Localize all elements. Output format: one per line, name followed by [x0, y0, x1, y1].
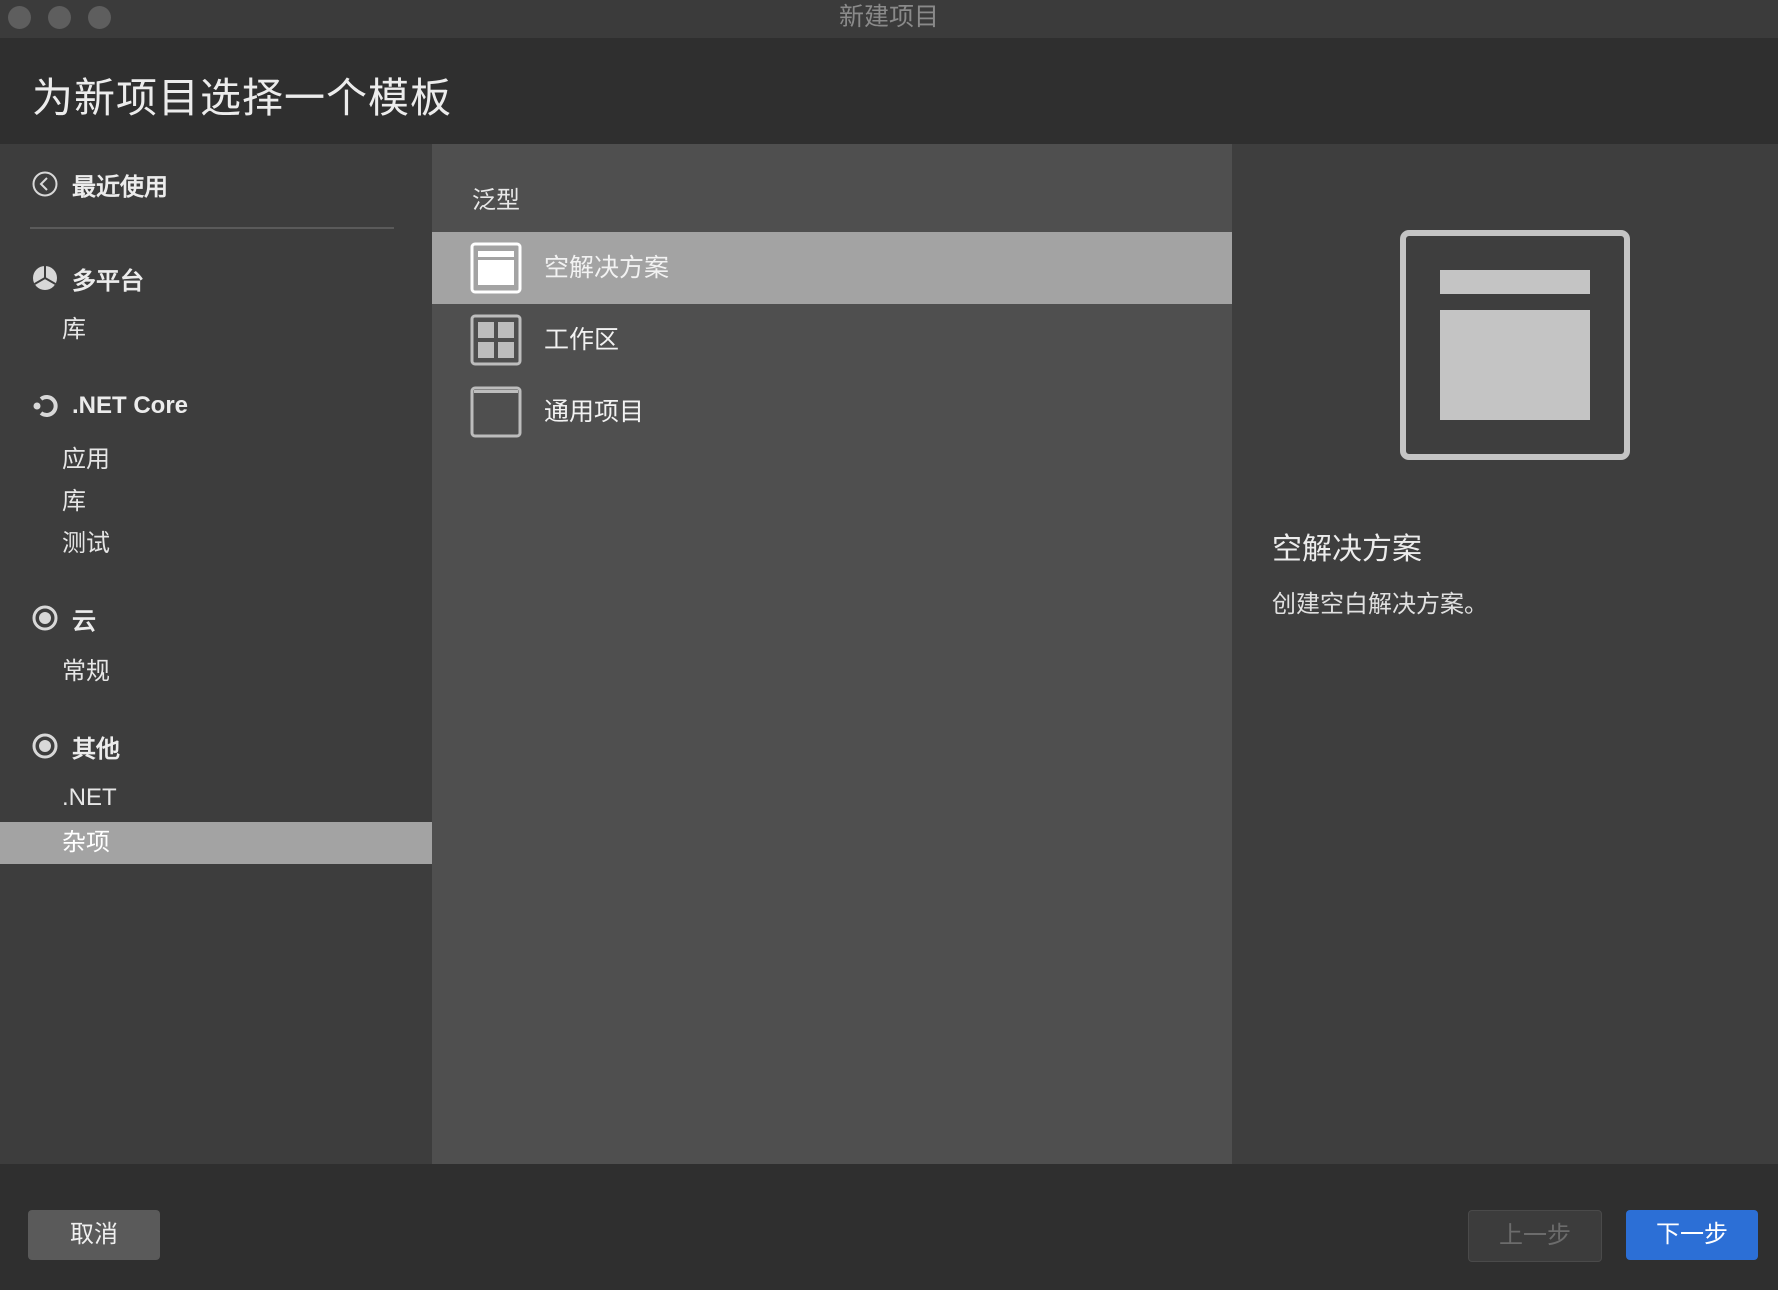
- workspace-grid-icon: [470, 314, 522, 366]
- template-label: 空解决方案: [544, 254, 670, 282]
- cancel-button[interactable]: 取消: [28, 1210, 160, 1260]
- sidebar-category-dotnet-core[interactable]: .NET Core: [32, 388, 188, 424]
- window-title: 新建项目: [838, 3, 939, 31]
- page-title: 为新项目选择一个模板: [32, 75, 452, 121]
- detail-description: 创建空白解决方案。: [1272, 591, 1488, 618]
- sidebar-item-recent[interactable]: 最近使用: [32, 166, 168, 202]
- dotnet-core-icon: [32, 393, 58, 419]
- sidebar-subitem-dotnet[interactable]: .NET: [62, 782, 117, 814]
- sidebar-category-other[interactable]: 其他: [32, 728, 120, 764]
- sidebar-subitem-test[interactable]: 测试: [62, 528, 110, 560]
- radio-circle-icon: [32, 605, 58, 631]
- sidebar-subitem-app[interactable]: 应用: [62, 444, 110, 476]
- template-label: 工作区: [544, 326, 620, 354]
- sidebar-category-cloud[interactable]: 云: [32, 600, 96, 636]
- sidebar-divider: [30, 227, 394, 229]
- detail-title: 空解决方案: [1272, 533, 1422, 566]
- clock-back-icon: [32, 171, 58, 197]
- template-label: 通用项目: [544, 398, 645, 426]
- sidebar-subitem-library[interactable]: 库: [62, 314, 86, 346]
- template-list-panel: 泛型 空解决方案 工作区 通用项目: [432, 144, 1232, 1164]
- generic-project-icon: [470, 386, 522, 438]
- sidebar-subitem-label: 杂项: [62, 829, 110, 856]
- radio-circle-icon: [32, 733, 58, 759]
- template-section-title: 泛型: [472, 187, 520, 214]
- next-button[interactable]: 下一步: [1626, 1210, 1758, 1260]
- category-label: 其他: [72, 735, 120, 763]
- blank-solution-icon: [470, 242, 522, 294]
- category-label: 多平台: [72, 267, 144, 295]
- dialog-header: 为新项目选择一个模板: [0, 38, 1778, 144]
- sidebar-subitem-general[interactable]: 常规: [62, 656, 110, 688]
- sidebar-category-multiplatform[interactable]: 多平台: [32, 260, 144, 296]
- category-label: 云: [72, 607, 96, 635]
- template-item-generic-project[interactable]: 通用项目: [432, 376, 1232, 448]
- template-item-blank-solution[interactable]: 空解决方案: [432, 232, 1232, 304]
- sidebar-subitem-library[interactable]: 库: [62, 486, 86, 518]
- dialog-footer: 取消 上一步 下一步: [0, 1164, 1778, 1290]
- category-label: .NET Core: [72, 392, 189, 419]
- sidebar-item-label: 最近使用: [72, 173, 168, 201]
- sidebar-subitem-misc-selected[interactable]: 杂项: [0, 822, 432, 864]
- template-item-workspace[interactable]: 工作区: [432, 304, 1232, 376]
- category-sidebar: 最近使用 多平台 库 .NET Core 应用 库 测试 云 常规 其他 .NE…: [0, 144, 432, 1164]
- window-titlebar: 新建项目: [0, 0, 1778, 38]
- template-detail-panel: 空解决方案 创建空白解决方案。: [1232, 144, 1778, 1164]
- pie-chart-icon: [32, 265, 58, 291]
- blank-solution-preview-icon: [1400, 230, 1630, 460]
- previous-button[interactable]: 上一步: [1468, 1210, 1602, 1262]
